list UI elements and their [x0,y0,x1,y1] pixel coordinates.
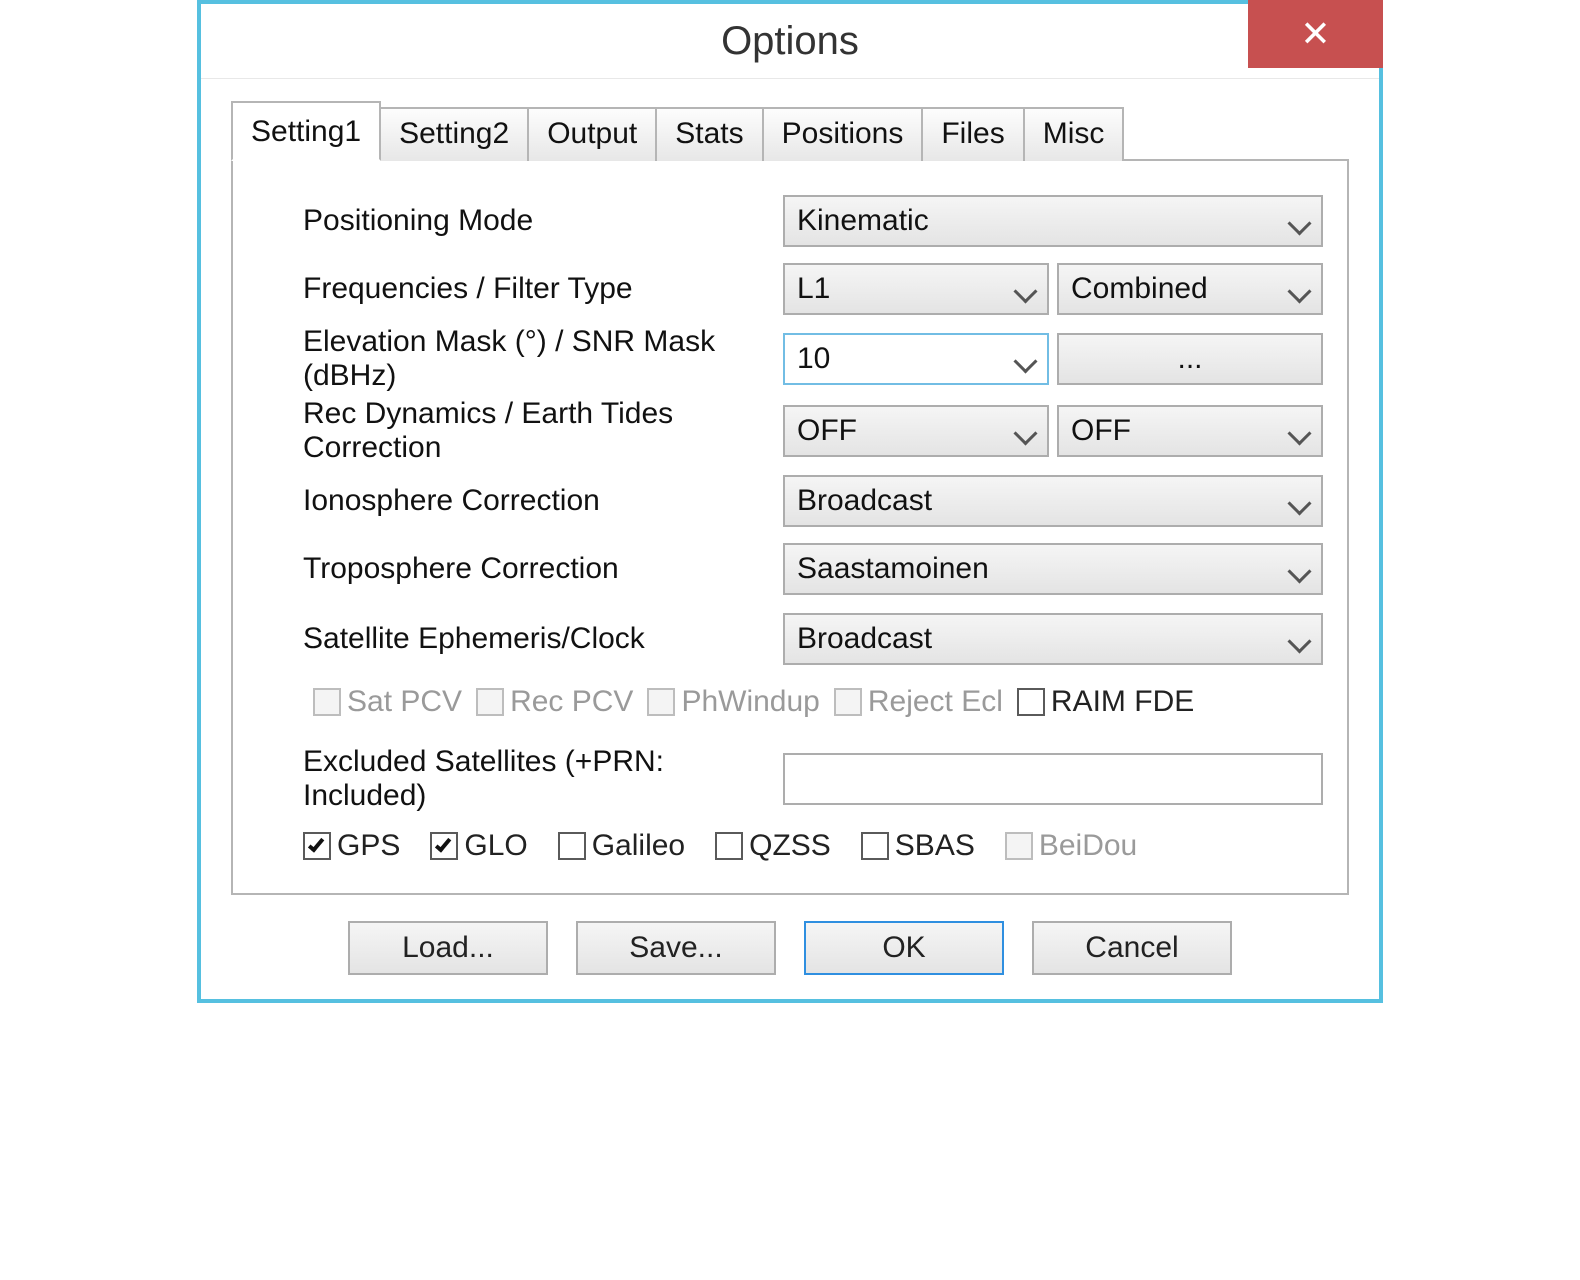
label-elev-snr: Elevation Mask (°) / SNR Mask (dBHz) [303,325,783,393]
tab-files[interactable]: Files [921,107,1024,161]
tab-setting2[interactable]: Setting2 [379,107,529,161]
combo-filter-type[interactable]: Combined [1057,263,1323,315]
check-beidou: BeiDou [1005,829,1137,863]
check-sbas[interactable]: SBAS [861,829,975,863]
label-ephem: Satellite Ephemeris/Clock [303,622,783,656]
client-area: Setting1 Setting2 Output Stats Positions… [201,79,1379,905]
row-positioning-mode: Positioning Mode Kinematic [303,189,1323,253]
snr-mask-button[interactable]: ... [1057,333,1323,385]
row-dyn-tides: Rec Dynamics / Earth Tides Correction OF… [303,397,1323,465]
label-tropo: Troposphere Correction [303,552,783,586]
check-raim-fde[interactable]: RAIM FDE [1017,685,1194,719]
cancel-button[interactable]: Cancel [1032,921,1232,975]
tab-misc[interactable]: Misc [1023,107,1125,161]
label-iono: Ionosphere Correction [303,484,783,518]
window-title: Options [721,19,859,64]
row-elev-snr: Elevation Mask (°) / SNR Mask (dBHz) 10 … [303,325,1323,393]
check-phwindup: PhWindup [647,685,819,719]
label-positioning-mode: Positioning Mode [303,204,783,238]
load-button[interactable]: Load... [348,921,548,975]
tab-output[interactable]: Output [527,107,657,161]
check-rec-pcv: Rec PCV [476,685,633,719]
check-sat-pcv: Sat PCV [313,685,462,719]
label-dyn-tides: Rec Dynamics / Earth Tides Correction [303,397,783,465]
close-button[interactable]: ✕ [1248,0,1383,68]
label-freq-filter: Frequencies / Filter Type [303,272,783,306]
dialog-buttons: Load... Save... OK Cancel [201,905,1379,999]
row-freq-filter: Frequencies / Filter Type L1 Combined [303,257,1323,321]
combo-rec-dynamics[interactable]: OFF [783,405,1049,457]
combo-earth-tides[interactable]: OFF [1057,405,1323,457]
combo-elevation-mask[interactable]: 10 [783,333,1049,385]
tab-positions[interactable]: Positions [762,107,924,161]
check-reject-ecl: Reject Ecl [834,685,1003,719]
save-button[interactable]: Save... [576,921,776,975]
titlebar: Options ✕ [201,4,1379,79]
check-gps[interactable]: GPS [303,829,400,863]
combo-iono[interactable]: Broadcast [783,475,1323,527]
row-iono: Ionosphere Correction Broadcast [303,469,1323,533]
check-galileo[interactable]: Galileo [558,829,685,863]
combo-frequencies[interactable]: L1 [783,263,1049,315]
tab-stats[interactable]: Stats [655,107,763,161]
check-qzss[interactable]: QZSS [715,829,831,863]
row-tropo: Troposphere Correction Saastamoinen [303,537,1323,601]
check-glo[interactable]: GLO [430,829,527,863]
panel-setting1: Positioning Mode Kinematic Frequencies /… [231,159,1349,895]
correction-checks: Sat PCV Rec PCV PhWindup Reject Ecl RAIM… [303,679,1323,725]
tab-setting1[interactable]: Setting1 [231,101,381,161]
label-excluded-sats: Excluded Satellites (+PRN: Included) [303,745,783,813]
combo-ephem[interactable]: Broadcast [783,613,1323,665]
row-excluded-sats: Excluded Satellites (+PRN: Included) [303,745,1323,813]
close-icon: ✕ [1300,13,1330,55]
ok-button[interactable]: OK [804,921,1004,975]
gnss-systems: GPS GLO Galileo QZSS SBAS [303,821,1323,869]
tab-strip: Setting1 Setting2 Output Stats Positions… [231,99,1349,159]
combo-positioning-mode[interactable]: Kinematic [783,195,1323,247]
options-window: Options ✕ Setting1 Setting2 Output Stats… [197,0,1383,1003]
combo-tropo[interactable]: Saastamoinen [783,543,1323,595]
input-excluded-sats[interactable] [783,753,1323,805]
row-ephem: Satellite Ephemeris/Clock Broadcast [303,607,1323,671]
